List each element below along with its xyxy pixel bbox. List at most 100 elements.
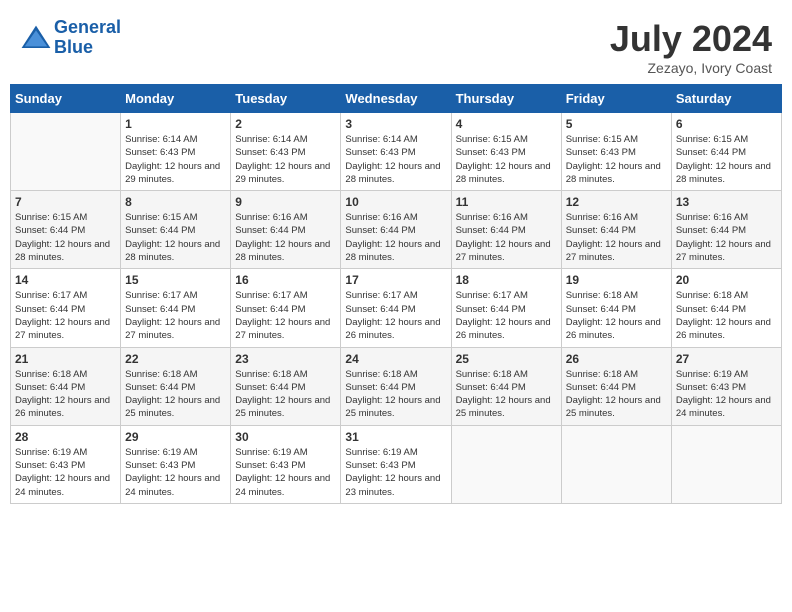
day-number: 12 — [566, 195, 667, 209]
calendar-cell: 27 Sunrise: 6:19 AMSunset: 6:43 PMDayligh… — [671, 347, 781, 425]
cell-sun-info: Sunrise: 6:18 AMSunset: 6:44 PMDaylight:… — [566, 368, 667, 421]
day-number: 7 — [15, 195, 116, 209]
calendar-cell: 18 Sunrise: 6:17 AMSunset: 6:44 PMDayligh… — [451, 269, 561, 347]
cell-sun-info: Sunrise: 6:19 AMSunset: 6:43 PMDaylight:… — [676, 368, 777, 421]
day-number: 22 — [125, 352, 226, 366]
day-number: 25 — [456, 352, 557, 366]
weekday-header-row: SundayMondayTuesdayWednesdayThursdayFrid… — [11, 85, 782, 113]
calendar-cell: 9Sunrise: 6:16 AMSunset: 6:44 PMDaylight… — [231, 191, 341, 269]
calendar-cell: 25 Sunrise: 6:18 AMSunset: 6:44 PMDayligh… — [451, 347, 561, 425]
calendar-cell: 6Sunrise: 6:15 AMSunset: 6:44 PMDaylight… — [671, 113, 781, 191]
cell-sun-info: Sunrise: 6:17 AMSunset: 6:44 PMDaylight:… — [345, 289, 446, 342]
calendar-cell: 23 Sunrise: 6:18 AMSunset: 6:44 PMDayligh… — [231, 347, 341, 425]
day-number: 1 — [125, 117, 226, 131]
day-number: 23 — [235, 352, 336, 366]
calendar-body: 1 Sunrise: 6:14 AMSunset: 6:43 PMDaylight… — [11, 113, 782, 504]
day-number: 11 — [456, 195, 557, 209]
calendar-cell: 4Sunrise: 6:15 AMSunset: 6:43 PMDaylight… — [451, 113, 561, 191]
cell-sun-info: Sunrise: 6:18 AMSunset: 6:44 PMDaylight:… — [125, 368, 226, 421]
calendar-cell — [451, 425, 561, 503]
cell-sun-info: Sunrise: 6:16 AMSunset: 6:44 PMDaylight:… — [456, 211, 557, 264]
day-number: 24 — [345, 352, 446, 366]
calendar-week-2: 7 Sunrise: 6:15 AMSunset: 6:44 PMDaylight… — [11, 191, 782, 269]
day-number: 2 — [235, 117, 336, 131]
calendar-cell: 2 Sunrise: 6:14 AMSunset: 6:43 PMDaylight… — [231, 113, 341, 191]
calendar-week-4: 21 Sunrise: 6:18 AMSunset: 6:44 PMDayligh… — [11, 347, 782, 425]
cell-sun-info: Sunrise: 6:18 AMSunset: 6:44 PMDaylight:… — [235, 368, 336, 421]
calendar-cell: 12Sunrise: 6:16 AMSunset: 6:44 PMDayligh… — [561, 191, 671, 269]
calendar-week-1: 1 Sunrise: 6:14 AMSunset: 6:43 PMDaylight… — [11, 113, 782, 191]
cell-sun-info: Sunrise: 6:18 AMSunset: 6:44 PMDaylight:… — [345, 368, 446, 421]
cell-sun-info: Sunrise: 6:15 AMSunset: 6:44 PMDaylight:… — [125, 211, 226, 264]
calendar-cell: 13Sunrise: 6:16 AMSunset: 6:44 PMDayligh… — [671, 191, 781, 269]
weekday-header-friday: Friday — [561, 85, 671, 113]
weekday-header-wednesday: Wednesday — [341, 85, 451, 113]
logo-icon — [20, 24, 52, 52]
day-number: 29 — [125, 430, 226, 444]
day-number: 27 — [676, 352, 777, 366]
calendar-cell: 10Sunrise: 6:16 AMSunset: 6:44 PMDayligh… — [341, 191, 451, 269]
month-title: July 2024 — [610, 18, 772, 60]
cell-sun-info: Sunrise: 6:18 AMSunset: 6:44 PMDaylight:… — [456, 368, 557, 421]
calendar-cell: 14 Sunrise: 6:17 AMSunset: 6:44 PMDayligh… — [11, 269, 121, 347]
calendar-cell: 16 Sunrise: 6:17 AMSunset: 6:44 PMDayligh… — [231, 269, 341, 347]
cell-sun-info: Sunrise: 6:17 AMSunset: 6:44 PMDaylight:… — [235, 289, 336, 342]
day-number: 26 — [566, 352, 667, 366]
calendar-cell: 20 Sunrise: 6:18 AMSunset: 6:44 PMDayligh… — [671, 269, 781, 347]
calendar-cell — [671, 425, 781, 503]
calendar-cell: 15Sunrise: 6:17 AMSunset: 6:44 PMDayligh… — [121, 269, 231, 347]
calendar-cell: 30Sunrise: 6:19 AMSunset: 6:43 PMDayligh… — [231, 425, 341, 503]
calendar-cell: 26 Sunrise: 6:18 AMSunset: 6:44 PMDayligh… — [561, 347, 671, 425]
calendar-cell — [561, 425, 671, 503]
calendar-week-5: 28 Sunrise: 6:19 AMSunset: 6:43 PMDayligh… — [11, 425, 782, 503]
calendar-cell: 3Sunrise: 6:14 AMSunset: 6:43 PMDaylight… — [341, 113, 451, 191]
weekday-header-monday: Monday — [121, 85, 231, 113]
day-number: 16 — [235, 273, 336, 287]
cell-sun-info: Sunrise: 6:19 AMSunset: 6:43 PMDaylight:… — [15, 446, 116, 499]
weekday-header-tuesday: Tuesday — [231, 85, 341, 113]
day-number: 28 — [15, 430, 116, 444]
day-number: 21 — [15, 352, 116, 366]
calendar-cell: 24 Sunrise: 6:18 AMSunset: 6:44 PMDayligh… — [341, 347, 451, 425]
cell-sun-info: Sunrise: 6:15 AMSunset: 6:44 PMDaylight:… — [15, 211, 116, 264]
cell-sun-info: Sunrise: 6:16 AMSunset: 6:44 PMDaylight:… — [345, 211, 446, 264]
day-number: 5 — [566, 117, 667, 131]
day-number: 4 — [456, 117, 557, 131]
logo: General Blue — [20, 18, 121, 58]
calendar-cell: 19 Sunrise: 6:18 AMSunset: 6:44 PMDayligh… — [561, 269, 671, 347]
logo-text: General Blue — [54, 18, 121, 58]
cell-sun-info: Sunrise: 6:18 AMSunset: 6:44 PMDaylight:… — [676, 289, 777, 342]
weekday-header-sunday: Sunday — [11, 85, 121, 113]
calendar-table: SundayMondayTuesdayWednesdayThursdayFrid… — [10, 84, 782, 504]
cell-sun-info: Sunrise: 6:15 AMSunset: 6:43 PMDaylight:… — [566, 133, 667, 186]
calendar-cell: 21Sunrise: 6:18 AMSunset: 6:44 PMDayligh… — [11, 347, 121, 425]
location-subtitle: Zezayo, Ivory Coast — [610, 60, 772, 76]
calendar-cell: 31 Sunrise: 6:19 AMSunset: 6:43 PMDayligh… — [341, 425, 451, 503]
weekday-header-saturday: Saturday — [671, 85, 781, 113]
day-number: 19 — [566, 273, 667, 287]
cell-sun-info: Sunrise: 6:17 AMSunset: 6:44 PMDaylight:… — [15, 289, 116, 342]
day-number: 6 — [676, 117, 777, 131]
day-number: 18 — [456, 273, 557, 287]
calendar-week-3: 14 Sunrise: 6:17 AMSunset: 6:44 PMDayligh… — [11, 269, 782, 347]
page-header: General Blue July 2024 Zezayo, Ivory Coa… — [10, 10, 782, 80]
day-number: 14 — [15, 273, 116, 287]
day-number: 20 — [676, 273, 777, 287]
calendar-cell: 29 Sunrise: 6:19 AMSunset: 6:43 PMDayligh… — [121, 425, 231, 503]
calendar-header: SundayMondayTuesdayWednesdayThursdayFrid… — [11, 85, 782, 113]
cell-sun-info: Sunrise: 6:18 AMSunset: 6:44 PMDaylight:… — [566, 289, 667, 342]
cell-sun-info: Sunrise: 6:14 AMSunset: 6:43 PMDaylight:… — [345, 133, 446, 186]
calendar-cell: 8Sunrise: 6:15 AMSunset: 6:44 PMDaylight… — [121, 191, 231, 269]
day-number: 17 — [345, 273, 446, 287]
calendar-cell: 28 Sunrise: 6:19 AMSunset: 6:43 PMDayligh… — [11, 425, 121, 503]
day-number: 13 — [676, 195, 777, 209]
calendar-cell — [11, 113, 121, 191]
cell-sun-info: Sunrise: 6:19 AMSunset: 6:43 PMDaylight:… — [345, 446, 446, 499]
cell-sun-info: Sunrise: 6:14 AMSunset: 6:43 PMDaylight:… — [125, 133, 226, 186]
weekday-header-thursday: Thursday — [451, 85, 561, 113]
calendar-cell: 17 Sunrise: 6:17 AMSunset: 6:44 PMDayligh… — [341, 269, 451, 347]
cell-sun-info: Sunrise: 6:14 AMSunset: 6:43 PMDaylight:… — [235, 133, 336, 186]
day-number: 31 — [345, 430, 446, 444]
cell-sun-info: Sunrise: 6:17 AMSunset: 6:44 PMDaylight:… — [456, 289, 557, 342]
cell-sun-info: Sunrise: 6:19 AMSunset: 6:43 PMDaylight:… — [125, 446, 226, 499]
